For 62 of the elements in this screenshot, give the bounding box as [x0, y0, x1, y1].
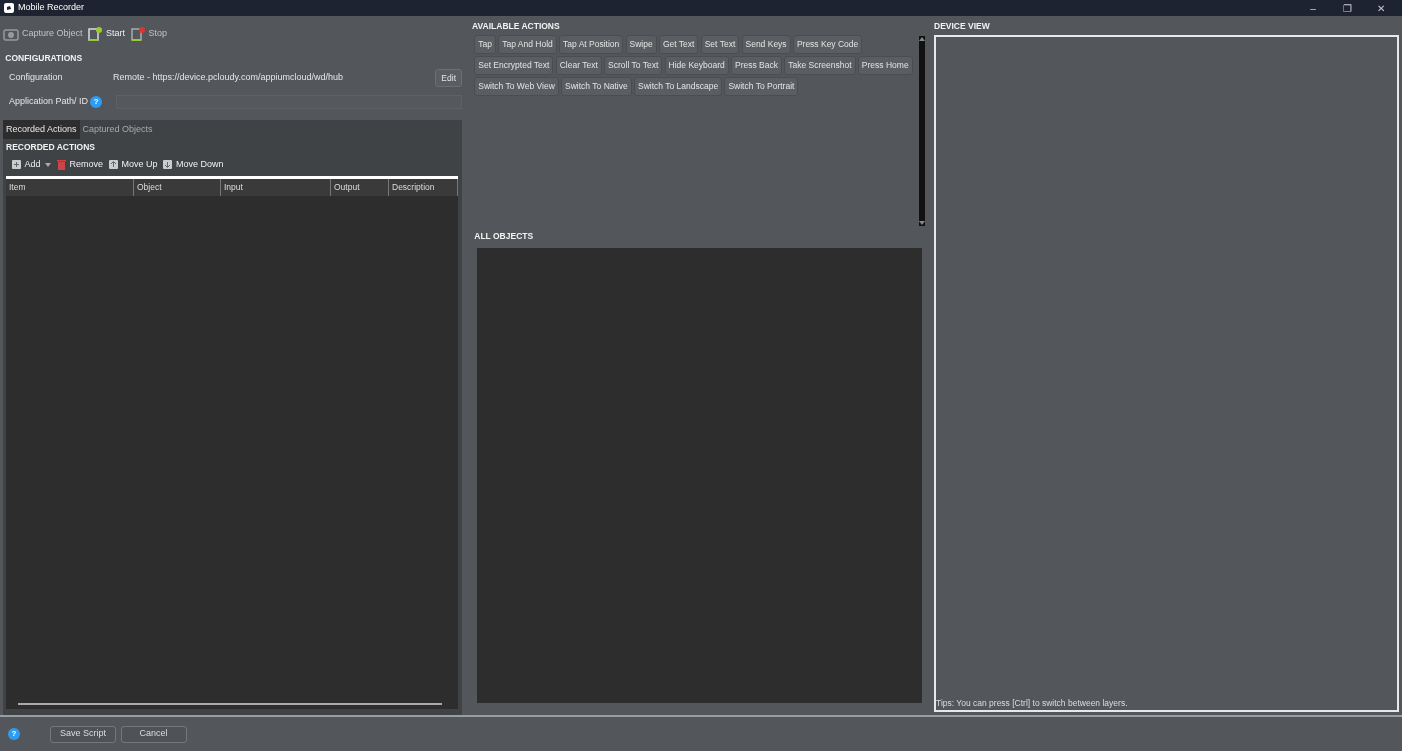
scroll-up-icon[interactable]	[919, 35, 926, 42]
tip-text: Tips: You can press [Ctrl] to switch between layers.	[936, 697, 1129, 710]
help-icon[interactable]: ?	[90, 96, 103, 108]
action-button[interactable]: Tap	[474, 35, 496, 54]
section-heading: CONFIGURATIONS	[4, 52, 84, 65]
action-button[interactable]: Hide Keyboard	[664, 56, 729, 75]
section-heading: DEVICE VIEW	[934, 20, 991, 33]
field-value: Remote - https://device.pcloudy.com/appiumcloud/wd/hub	[113, 71, 344, 85]
action-button[interactable]: Press Back	[731, 56, 783, 75]
column-header[interactable]: Input	[221, 179, 331, 196]
window-title: Mobile Recorder	[18, 1, 85, 15]
save-button[interactable]: Save Script	[50, 725, 116, 743]
action-button[interactable]: Switch To Portrait	[724, 77, 799, 96]
action-button[interactable]: Switch To Landscape	[634, 77, 723, 96]
close-button[interactable]: ✕	[1364, 0, 1398, 16]
field-label: Configuration	[8, 71, 64, 85]
column-header[interactable]: Item	[6, 179, 134, 196]
section-heading: AVAILABLE ACTIONS	[472, 20, 561, 33]
minimize-button[interactable]: –	[1296, 0, 1330, 16]
column-header[interactable]: Description	[389, 179, 458, 196]
help-icon[interactable]: ?	[8, 728, 20, 740]
device-icon	[129, 26, 146, 42]
action-button[interactable]: Set Encrypted Text	[474, 56, 554, 75]
action-button[interactable]: Switch To Native	[561, 77, 632, 96]
toolbar-button[interactable]: Move Down	[162, 158, 224, 172]
tab[interactable]: Recorded Actions	[3, 119, 80, 139]
action-button[interactable]: Press Home	[857, 56, 913, 75]
action-button[interactable]: Take Screenshot	[784, 56, 856, 75]
action-button[interactable]: Tap At Position	[559, 35, 624, 54]
section-heading: RECORDED ACTIONS	[6, 141, 96, 154]
device-icon	[87, 26, 104, 42]
restore-button[interactable]: ❐	[1330, 0, 1364, 16]
section-heading: ALL OBJECTS	[473, 230, 535, 243]
plus-icon	[10, 159, 22, 171]
down-arrow-icon	[162, 159, 174, 171]
action-button[interactable]: Send Keys	[741, 35, 791, 54]
column-header[interactable]: Output	[331, 179, 389, 196]
toolbar-button[interactable]: Move Up	[107, 158, 158, 172]
action-button[interactable]: Scroll To Text	[604, 56, 663, 75]
camera-icon	[3, 26, 19, 42]
app-icon	[4, 3, 14, 13]
trash-icon	[55, 159, 67, 171]
action-button[interactable]: Clear Text	[555, 56, 602, 75]
scrollbar[interactable]	[18, 703, 442, 705]
action-button[interactable]: Get Text	[658, 35, 699, 54]
action-button[interactable]: Press Key Code	[792, 35, 863, 54]
action-button[interactable]: Swipe	[625, 35, 657, 54]
action-button[interactable]: Tap And Hold	[498, 35, 557, 54]
scroll-down-icon[interactable]	[919, 219, 926, 226]
toolbar-button[interactable]: Remove	[55, 158, 104, 172]
column-header[interactable]: Object	[134, 179, 221, 196]
action-button[interactable]: Set Text	[700, 35, 740, 54]
tab[interactable]: Captured Objects	[79, 119, 156, 139]
dropdown-caret-icon[interactable]	[45, 163, 51, 167]
toolbar-button[interactable]: Add	[10, 158, 41, 172]
cancel-button[interactable]: Cancel	[120, 725, 187, 743]
field-label: Application Path/ ID	[8, 95, 89, 109]
up-arrow-icon	[107, 159, 119, 171]
scrollbar[interactable]	[919, 35, 926, 226]
toolbar-button[interactable]: Start	[87, 26, 126, 42]
edit-button[interactable]: Edit	[435, 68, 462, 88]
action-button[interactable]: Switch To Web View	[474, 77, 559, 96]
